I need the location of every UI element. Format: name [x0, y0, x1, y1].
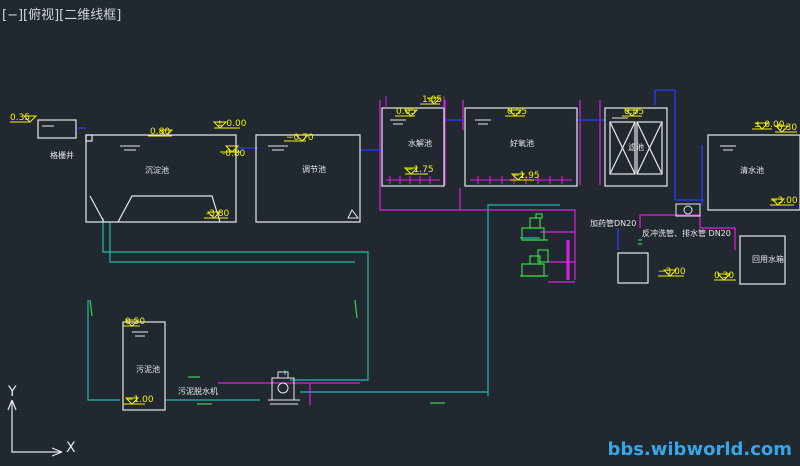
grille-label: 格栅井 [50, 150, 74, 160]
clear-bottom: −3.00 [770, 196, 798, 206]
pump-b [520, 249, 549, 277]
reg-top: −0.70 [286, 133, 314, 143]
elevation-marks [10, 97, 797, 405]
reuse-label: 回用水箱 [752, 254, 784, 264]
sedimentation-label: 沉淀池 [145, 165, 169, 175]
sludge-bottom: −1.00 [126, 395, 154, 405]
aer-bottom: −1.95 [512, 171, 540, 181]
ucs-icon: Y X [7, 384, 76, 457]
dosing-pipe-note: 加药管DN20 [590, 218, 636, 228]
regulating-label: 调节池 [302, 164, 326, 174]
dewatering-note: 污泥脱水机 [178, 386, 218, 396]
sed-top: 0.80 [150, 127, 170, 137]
pumps [89, 213, 642, 319]
drawing-canvas: 格栅井 沉淀池 调节池 水解池 好氧池 滤池 清水池 污泥池 回用水箱 污泥脱水… [7, 89, 800, 457]
pump-a [521, 213, 548, 241]
hyd-inner: 0.05 [396, 107, 416, 117]
sed-low: -0.80 [222, 149, 246, 159]
watermark: bbs.wibworld.com [607, 439, 792, 460]
hyd-top: 1.05 [422, 95, 442, 105]
reuse-level: 0.30 [714, 271, 734, 281]
grille-level: 0.35 [10, 113, 30, 123]
backwash-pipe-note: 反冲洗管、排水管 DN20 [642, 228, 731, 238]
aerobic-label: 好氧池 [510, 138, 534, 148]
ucs-y-label: Y [7, 384, 17, 400]
aer-top: 0.55 [507, 107, 527, 117]
hydrolysis-label: 水解池 [408, 138, 432, 148]
clear-water-label: 清水池 [740, 165, 764, 175]
sludge-top: 0.50 [125, 317, 145, 327]
cad-viewport[interactable]: [−][俯视][二维线框] 格栅井 沉淀池 调节池 水解池 好氧池 滤池 清水池… [0, 0, 800, 466]
hyd-bottom: −1.75 [406, 165, 434, 175]
sed-zero: ± 0.00 [216, 119, 247, 129]
ucs-x-label: X [66, 440, 76, 456]
dewatering-machine [268, 203, 701, 405]
clear-top: 0.30 [777, 123, 797, 133]
dosing-level: −3.00 [658, 267, 686, 277]
filter-label: 滤池 [628, 142, 644, 152]
sed-bottom: -3.80 [206, 209, 230, 219]
filter-top: 0.85 [624, 107, 644, 117]
sludge-label: 污泥池 [136, 364, 160, 374]
elevation-values: 0.35 0.80 ± 0.00 -0.80 -3.80 −0.70 1.05 … [10, 95, 798, 405]
